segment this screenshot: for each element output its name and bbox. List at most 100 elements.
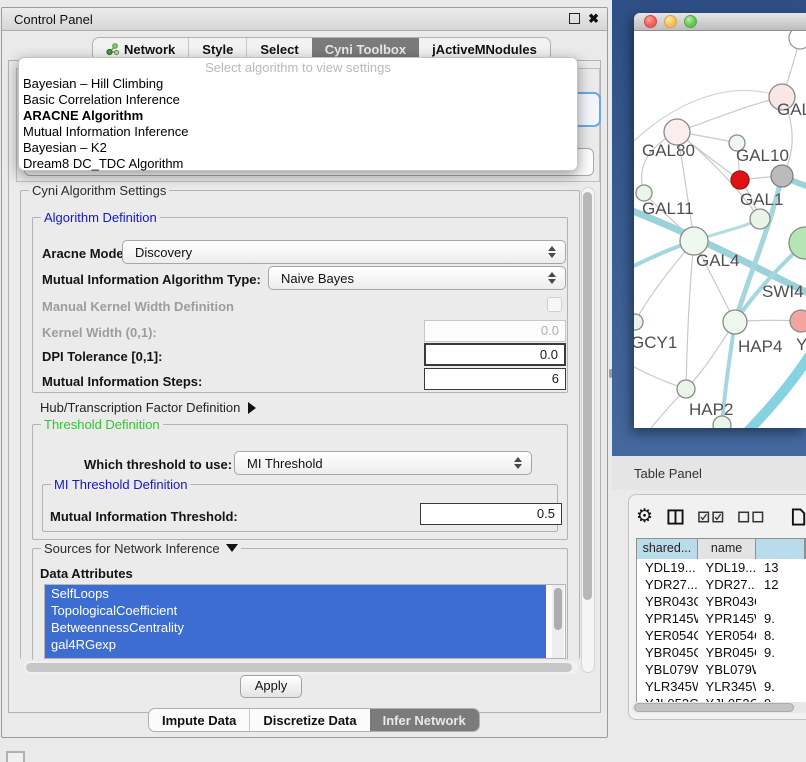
table-row[interactable]: YBR045CYBR045C9. bbox=[637, 644, 806, 661]
show-columns-icon[interactable] bbox=[698, 511, 724, 523]
algorithm-option[interactable]: Mutual Information Inference bbox=[19, 124, 577, 140]
algorithm-definition-title: Algorithm Definition bbox=[41, 210, 160, 225]
data-attribute-item-clipped[interactable] bbox=[45, 653, 546, 659]
data-attribute-item[interactable]: BetweennessCentrality bbox=[45, 619, 546, 636]
table-cell: YJL053C bbox=[698, 695, 756, 702]
kernel-width-input[interactable]: 0.0 bbox=[424, 320, 566, 342]
hub-definition-toggle[interactable]: Hub/Transcription Factor Definition bbox=[40, 400, 256, 415]
mi-type-select[interactable]: Naive Bayes bbox=[268, 266, 566, 290]
table-cell: 12 bbox=[756, 576, 806, 593]
zoom-window-icon[interactable] bbox=[684, 15, 697, 28]
data-attribute-item[interactable]: TopologicalCoefficient bbox=[45, 602, 546, 619]
manual-kernel-checkbox[interactable] bbox=[547, 297, 562, 312]
node-label: GAL1 bbox=[740, 190, 783, 209]
dpi-tolerance-input[interactable]: 0.0 bbox=[424, 343, 566, 366]
sources-title: Sources for Network Inference bbox=[41, 541, 241, 556]
network-window-titlebar bbox=[634, 13, 806, 31]
node-label: GAL10 bbox=[736, 146, 789, 165]
table-row[interactable]: YDL19...YDL19...13 bbox=[637, 559, 806, 576]
column-header[interactable]: shared... bbox=[637, 539, 698, 559]
network-node[interactable] bbox=[790, 310, 806, 332]
network-node[interactable] bbox=[723, 310, 747, 334]
tab-infer-network[interactable]: Infer Network bbox=[370, 709, 479, 731]
column-header[interactable] bbox=[756, 539, 805, 559]
network-edge[interactable] bbox=[686, 241, 694, 389]
mi-steps-input[interactable]: 6 bbox=[424, 368, 566, 390]
table-cell: 9. bbox=[756, 610, 806, 627]
table-settings-gear-icon[interactable]: ⚙ bbox=[636, 507, 653, 527]
algorithm-option[interactable]: Basic Correlation Inference bbox=[19, 92, 577, 108]
data-attribute-item[interactable]: gal4RGexp bbox=[45, 636, 546, 653]
mi-threshold-input[interactable]: 0.5 bbox=[420, 503, 562, 525]
mi-type-label: Mutual Information Algorithm Type: bbox=[42, 272, 261, 287]
float-panel-icon[interactable] bbox=[569, 13, 580, 24]
combo-spinner-icon bbox=[548, 272, 556, 284]
minimize-window-icon[interactable] bbox=[664, 15, 677, 28]
table-cell: 9 bbox=[756, 695, 806, 702]
table-row[interactable]: YER054CYER054C8. bbox=[637, 627, 806, 644]
mi-type-value: Naive Bayes bbox=[281, 271, 548, 286]
control-panel-titlebar: Control Panel ✖ bbox=[2, 8, 607, 31]
apply-button[interactable]: Apply bbox=[240, 675, 302, 698]
cyni-settings-title: Cyni Algorithm Settings bbox=[29, 183, 169, 198]
table-toolbar: ⚙ bbox=[636, 503, 806, 531]
network-edge[interactable] bbox=[634, 389, 686, 428]
table-cell: YDL19... bbox=[698, 559, 756, 576]
tab-discretize-data[interactable]: Discretize Data bbox=[249, 709, 369, 731]
network-edge[interactable] bbox=[634, 206, 806, 294]
algorithm-option[interactable]: Dream8 DC_TDC Algorithm bbox=[19, 156, 577, 172]
table-cell bbox=[756, 593, 806, 610]
table-cell: YDL19... bbox=[637, 559, 698, 576]
network-node[interactable] bbox=[677, 380, 695, 398]
table-panel-bar: Table Panel bbox=[612, 456, 806, 490]
table-row[interactable]: YBR043CYBR043C bbox=[637, 593, 806, 610]
collapsed-arrow-icon bbox=[248, 402, 256, 414]
table-cell: YBL079W bbox=[637, 661, 698, 678]
settings-horizontal-scrollbar[interactable] bbox=[24, 661, 578, 674]
network-node[interactable] bbox=[771, 165, 793, 187]
table-cell: 8. bbox=[756, 627, 806, 644]
table-cell: YLR345W bbox=[637, 678, 698, 695]
table-cell: YJL053C bbox=[637, 695, 698, 702]
which-threshold-select[interactable]: MI Threshold bbox=[234, 451, 532, 475]
node-label: GAL11 bbox=[642, 199, 694, 218]
network-node[interactable] bbox=[750, 209, 770, 229]
network-canvas[interactable]: GALGAL80GAL10GAL1GAL11SWI4GAL4GCY1HAP4YH… bbox=[634, 31, 806, 428]
attributes-scrollbar[interactable] bbox=[552, 585, 564, 658]
table-row[interactable]: YDR27...YDR27...12 bbox=[637, 576, 806, 593]
data-attribute-item[interactable]: SelfLoops bbox=[45, 585, 546, 602]
node-label: GCY1 bbox=[634, 333, 677, 352]
network-node[interactable] bbox=[731, 171, 749, 189]
table-row[interactable]: YBL079WYBL079W bbox=[637, 661, 806, 678]
close-window-icon[interactable] bbox=[644, 15, 657, 28]
table-row[interactable]: YPR145WYPR145W9. bbox=[637, 610, 806, 627]
algorithm-option[interactable]: ARACNE Algorithm bbox=[19, 108, 577, 124]
aracne-mode-select[interactable]: Discovery bbox=[122, 240, 566, 264]
bottom-tabbar: Impute DataDiscretize DataInfer Network bbox=[148, 708, 480, 732]
minimized-panel-icon[interactable] bbox=[6, 751, 25, 762]
network-node[interactable] bbox=[789, 31, 806, 49]
table-row[interactable]: YLR345WYLR345W9. bbox=[637, 678, 806, 695]
split-panel-icon[interactable] bbox=[667, 508, 684, 526]
table-row[interactable]: YJL053CYJL053C9 bbox=[637, 695, 806, 702]
table-cell: YPR145W bbox=[637, 610, 698, 627]
data-attributes-list[interactable]: SelfLoopsTopologicalCoefficientBetweenne… bbox=[44, 584, 566, 659]
expanded-arrow-icon bbox=[226, 544, 238, 552]
table-horizontal-scrollbar[interactable] bbox=[632, 702, 806, 713]
close-panel-icon[interactable]: ✖ bbox=[588, 12, 599, 25]
algorithm-dropdown-popup: Select algorithm to view settings Bayesi… bbox=[18, 57, 578, 171]
tab-impute-data[interactable]: Impute Data bbox=[149, 709, 249, 731]
dpi-tolerance-label: DPI Tolerance [0,1]: bbox=[42, 349, 162, 364]
column-header[interactable]: name bbox=[698, 539, 756, 559]
hide-columns-icon[interactable] bbox=[738, 511, 764, 523]
algorithm-option[interactable]: Bayesian – K2 bbox=[19, 140, 577, 156]
algorithm-option[interactable]: Bayesian – Hill Climbing bbox=[19, 76, 577, 92]
table-cell: YLR345W bbox=[698, 678, 756, 695]
aracne-mode-value: Discovery bbox=[135, 245, 548, 260]
network-node[interactable] bbox=[634, 314, 643, 330]
application-root: Control Panel ✖ NetworkStyleSelectCyni T… bbox=[0, 0, 806, 762]
which-threshold-label: Which threshold to use: bbox=[84, 457, 232, 472]
table-cell: YBR045C bbox=[637, 644, 698, 661]
export-table-icon[interactable] bbox=[791, 507, 806, 527]
settings-vertical-scrollbar[interactable] bbox=[581, 187, 595, 673]
